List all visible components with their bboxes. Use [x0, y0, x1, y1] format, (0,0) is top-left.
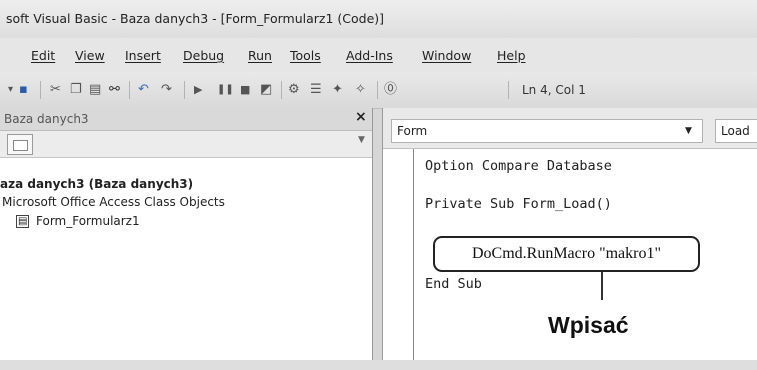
- help-icon[interactable]: ⓪: [384, 82, 397, 98]
- chevron-down-icon: ▼: [685, 126, 692, 136]
- tree-item-form-formularz1[interactable]: Form_Formularz1: [36, 214, 140, 228]
- project-explorer-toolbar: ▼: [0, 131, 372, 158]
- cursor-position: Ln 4, Col 1: [522, 83, 586, 97]
- menu-insert[interactable]: Insert: [125, 48, 161, 63]
- menu-edit[interactable]: Edit: [31, 48, 55, 63]
- reset-icon[interactable]: ■: [240, 82, 250, 98]
- procedure-select[interactable]: Load: [715, 119, 757, 143]
- design-mode-icon[interactable]: ◩: [260, 82, 272, 98]
- object-browser-icon[interactable]: ✦: [332, 82, 343, 98]
- redo-icon[interactable]: ↷: [161, 82, 172, 98]
- title-bar: soft Visual Basic - Baza danych3 - [Form…: [0, 0, 757, 39]
- tree-item-class-objects[interactable]: Microsoft Office Access Class Objects: [2, 195, 225, 209]
- undo-icon[interactable]: ↶: [138, 82, 149, 98]
- code-line-sub[interactable]: Private Sub Form_Load(): [425, 196, 612, 212]
- save-icon[interactable]: ▪: [19, 82, 28, 98]
- toolbar-separator: [184, 81, 185, 99]
- callout-connector: [601, 272, 603, 300]
- code-margin: [413, 149, 414, 370]
- tree-item-project[interactable]: aza danych3 (Baza danych3): [0, 177, 193, 191]
- properties-icon[interactable]: ☰: [310, 82, 322, 98]
- toolbox-icon[interactable]: ✧: [355, 82, 366, 98]
- menu-view[interactable]: View: [75, 48, 105, 63]
- object-select[interactable]: Form ▼: [391, 119, 703, 143]
- menu-add-ins[interactable]: Add-Ins: [346, 48, 393, 63]
- window-title: soft Visual Basic - Baza danych3 - [Form…: [6, 11, 385, 26]
- menu-tools[interactable]: Tools: [290, 48, 321, 63]
- code-line-option[interactable]: Option Compare Database: [425, 158, 612, 174]
- find-icon[interactable]: ⚯: [109, 82, 120, 98]
- project-explorer-panel: Baza danych3 × ▼ aza danych3 (Baza danyc…: [0, 108, 373, 370]
- toolbar-separator: [377, 81, 378, 99]
- object-select-value: Form: [397, 124, 428, 138]
- menu-window[interactable]: Window: [422, 48, 471, 63]
- close-icon[interactable]: ×: [355, 109, 367, 125]
- scroll-down-icon[interactable]: ▼: [358, 135, 365, 145]
- toggle-folders-button[interactable]: [7, 134, 33, 155]
- copy-icon[interactable]: ❐: [70, 82, 82, 98]
- highlighted-code-line[interactable]: DoCmd.RunMacro "makro1": [433, 236, 700, 272]
- callout-label: Wpisać: [548, 312, 629, 338]
- project-explorer-title: Baza danych3: [4, 112, 89, 126]
- folder-icon: [13, 140, 28, 151]
- procedure-select-value: Load: [721, 124, 750, 138]
- toolbar-separator: [129, 81, 130, 99]
- menu-run[interactable]: Run: [248, 48, 272, 63]
- bottom-edge: [0, 360, 757, 370]
- standard-toolbar: ▾ ▪ ✂ ❐ ▤ ⚯ ↶ ↷ ▶ ❚❚ ■ ◩ ⚙ ☰ ✦ ✧ ⓪ Ln 4,…: [0, 72, 757, 109]
- menu-debug[interactable]: Debug: [183, 48, 224, 63]
- toolbar-separator: [40, 81, 41, 99]
- toolbar-separator: [508, 81, 509, 99]
- project-explorer-header: Baza danych3 ×: [0, 108, 372, 131]
- code-line-call: DoCmd.RunMacro "makro1": [471, 245, 662, 262]
- project-explorer-icon[interactable]: ⚙: [288, 82, 300, 98]
- run-icon[interactable]: ▶: [194, 82, 202, 98]
- toolbar-dropdown-icon[interactable]: ▾: [8, 82, 13, 98]
- code-line-end[interactable]: End Sub: [425, 276, 482, 292]
- paste-icon[interactable]: ▤: [89, 82, 101, 98]
- code-window-header: Form ▼ Load: [383, 108, 757, 149]
- break-icon[interactable]: ❚❚: [217, 82, 234, 98]
- menu-bar: Edit View Insert Debug Run Tools Add-Ins…: [0, 38, 757, 72]
- menu-help[interactable]: Help: [497, 48, 526, 63]
- form-icon: ▤: [16, 215, 30, 228]
- cut-icon[interactable]: ✂: [50, 82, 61, 98]
- toolbar-separator: [281, 81, 282, 99]
